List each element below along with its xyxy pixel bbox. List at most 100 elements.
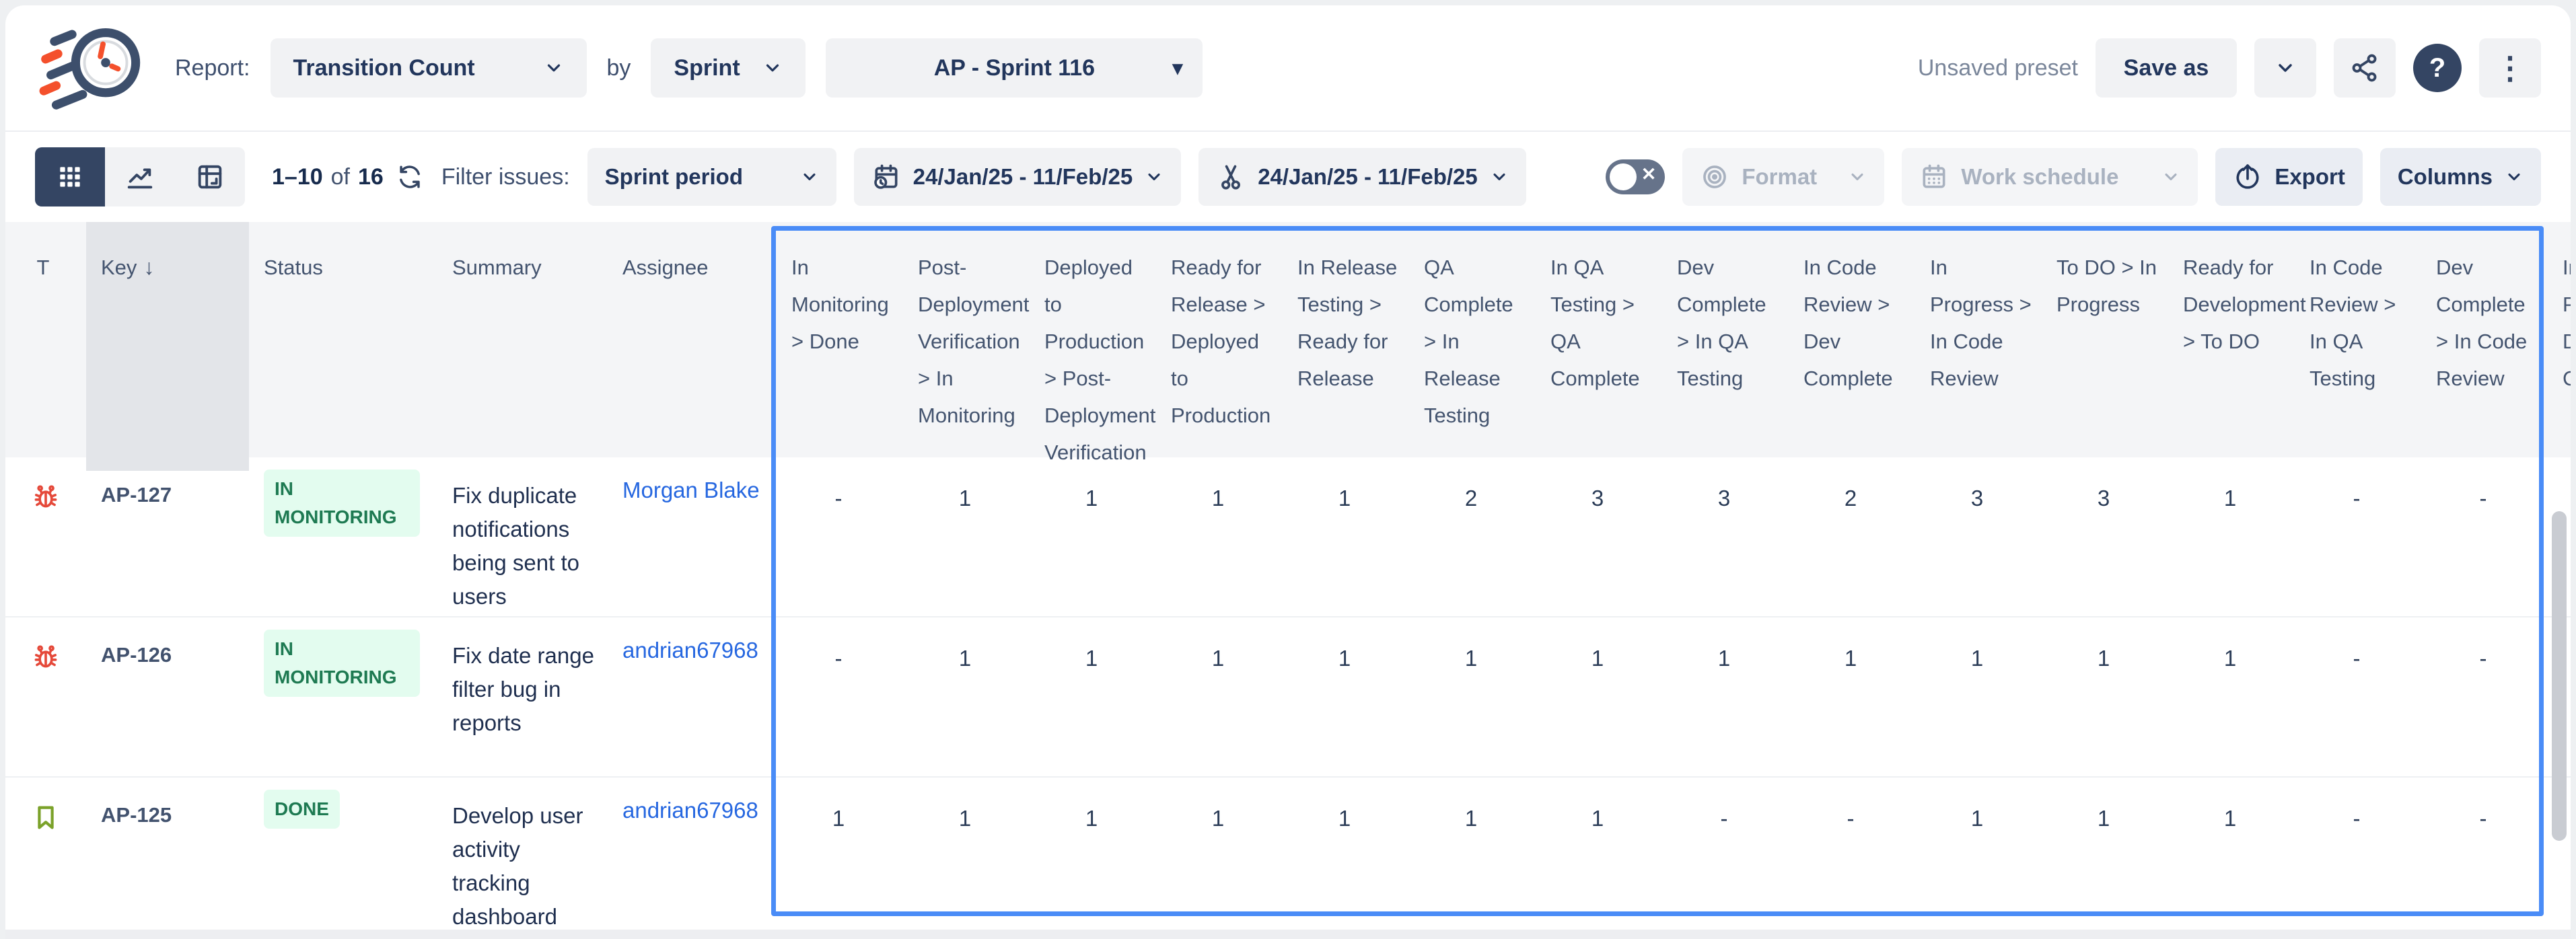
chevron-down-icon <box>2275 57 2296 79</box>
app-logo-stopwatch-icon <box>35 18 148 118</box>
chevron-down-icon <box>2505 167 2524 186</box>
column-header-transition[interactable]: Dev Complete > In Code Review <box>2421 222 2548 471</box>
bug-icon <box>30 642 61 776</box>
bug-icon <box>30 482 61 616</box>
format-dropdown[interactable]: Format <box>1682 148 1884 206</box>
transition-count-cell: - <box>1789 778 1915 936</box>
by-label: by <box>607 55 631 81</box>
work-schedule-dropdown[interactable]: Work schedule <box>1902 148 2198 206</box>
export-label: Export <box>2275 164 2345 190</box>
of-label: of <box>331 164 350 190</box>
assignee-link[interactable]: andrian67968 <box>622 798 758 823</box>
column-header-transition[interactable]: In Monitoring > Done <box>777 222 903 471</box>
transition-count-cell: - <box>2421 778 2548 936</box>
transition-count-cell: 1 <box>1283 617 1409 776</box>
chevron-down-icon <box>2161 167 2180 186</box>
column-header-transition[interactable]: In Code Review > In QA Testing <box>2295 222 2421 471</box>
save-options-dropdown[interactable] <box>2254 38 2316 98</box>
export-button[interactable]: Export <box>2215 148 2363 206</box>
issue-summary: Fix date range filter bug in reports <box>437 617 608 776</box>
share-button[interactable] <box>2334 38 2396 98</box>
transition-count-cell: - <box>2421 617 2548 776</box>
format-toggle[interactable]: ✕ <box>1606 159 1665 194</box>
preset-status: Unsaved preset <box>1918 55 2078 81</box>
transition-count-cell: 1 <box>2168 617 2295 776</box>
transition-count-cell: 1 <box>1283 778 1409 936</box>
help-button[interactable]: ? <box>2413 44 2462 92</box>
transition-count-cell: 1 <box>903 617 1030 776</box>
transition-count-cell: 1 <box>1156 778 1283 936</box>
story-icon <box>30 802 61 936</box>
more-actions-button[interactable]: ⋮ <box>2479 38 2541 98</box>
period-filter-dropdown[interactable]: Sprint period <box>587 148 836 206</box>
column-header-status[interactable]: Status <box>249 222 437 471</box>
sprint-select-dropdown[interactable]: AP - Sprint 116 ▾ <box>826 38 1203 98</box>
column-header-transition[interactable]: Dev Complete > In QA Testing <box>1662 222 1789 471</box>
scissors-icon <box>1216 162 1246 192</box>
chevron-down-icon <box>544 58 564 78</box>
status-badge: DONE <box>264 790 340 829</box>
transition-count-cell: 1 <box>2042 617 2168 776</box>
horizontal-scrollbar-track[interactable] <box>5 930 2571 939</box>
transition-count-cell: 1 <box>1156 457 1283 616</box>
save-as-button[interactable]: Save as <box>2096 38 2237 98</box>
column-header-summary[interactable]: Summary <box>437 222 608 471</box>
transition-count-cell: - <box>777 457 903 616</box>
column-header-transition[interactable]: To DO > In Progress <box>2042 222 2168 471</box>
report-type-dropdown[interactable]: Transition Count <box>271 38 587 98</box>
columns-dropdown[interactable]: Columns <box>2380 148 2541 206</box>
transition-count-cell: 1 <box>1789 617 1915 776</box>
table-view-button[interactable] <box>35 147 105 206</box>
transition-count-cell: 1 <box>1536 617 1662 776</box>
issue-key: AP-127 <box>86 457 249 616</box>
sort-descending-icon: ↓ <box>143 249 154 286</box>
transition-count-cell: 1 <box>777 778 903 936</box>
group-by-dropdown[interactable]: Sprint <box>651 38 806 98</box>
transition-count-cell: 1 <box>1536 778 1662 936</box>
vertical-scrollbar-thumb[interactable] <box>2552 511 2567 841</box>
column-header-transition[interactable]: In Release Testing > Ready for Release <box>1283 222 1409 471</box>
date-range-dropdown[interactable]: 24/Jan/25 - 11/Feb/25 <box>854 148 1182 206</box>
sprint-value: AP - Sprint 116 <box>934 55 1095 81</box>
report-label: Report: <box>175 55 250 81</box>
columns-label: Columns <box>2398 164 2493 190</box>
column-header-transition[interactable]: Ready for Release > Deployed to Producti… <box>1156 222 1283 471</box>
transition-count-cell: 3 <box>2042 457 2168 616</box>
column-header-transition[interactable]: In Progress > Dev Complete <box>2548 222 2571 471</box>
share-icon <box>2349 52 2380 83</box>
column-header-transition[interactable]: Post-Deployment Verification > In Monito… <box>903 222 1030 471</box>
trim-range-dropdown[interactable]: 24/Jan/25 - 11/Feb/25 <box>1198 148 1526 206</box>
calendar-icon <box>1919 162 1949 192</box>
column-header-transition[interactable]: In QA Testing > QA Complete <box>1536 222 1662 471</box>
column-header-transition[interactable]: Ready for Development > To DO <box>2168 222 2295 471</box>
transition-count-cell: 1 <box>1030 457 1156 616</box>
column-header-assignee[interactable]: Assignee <box>608 222 777 471</box>
status-badge: IN MONITORING <box>264 630 420 697</box>
result-range: 1–10 <box>272 164 323 190</box>
transition-count-cell: 2 <box>1409 457 1536 616</box>
report-header: Report: Transition Count by Sprint AP - … <box>5 5 2571 132</box>
format-label: Format <box>1742 164 1817 190</box>
calendar-clock-icon <box>871 162 901 192</box>
assignee-link[interactable]: andrian67968 <box>622 638 758 663</box>
toggle-knob <box>1610 163 1637 190</box>
column-header-transition[interactable]: Deployed to Production > Post-Deployment… <box>1030 222 1156 471</box>
transition-count-cell: - <box>2295 778 2421 936</box>
column-header-key[interactable]: Key ↓ <box>86 222 249 471</box>
column-header-transition[interactable]: In Progress > In Code Review <box>1915 222 2042 471</box>
column-header-transition[interactable]: In Code Review > Dev Complete <box>1789 222 1915 471</box>
transition-count-cell: 1 <box>1915 778 2042 936</box>
transition-count-cell: 1 <box>2168 457 2295 616</box>
question-mark-icon: ? <box>2429 53 2445 83</box>
transition-count-table: T Key ↓ Status Summary Assignee In Monit… <box>5 222 2571 939</box>
chevron-down-icon <box>1848 167 1867 186</box>
column-header-transition[interactable]: QA Complete > In Release Testing <box>1409 222 1536 471</box>
app-window: Report: Transition Count by Sprint AP - … <box>5 5 2571 939</box>
report-type-value: Transition Count <box>293 55 475 81</box>
column-header-type[interactable]: T <box>5 222 86 471</box>
chart-view-button[interactable] <box>105 147 175 206</box>
pivot-view-button[interactable] <box>175 147 245 206</box>
refresh-icon[interactable] <box>396 163 424 191</box>
transition-count-cell: 1 <box>1409 778 1536 936</box>
assignee-link[interactable]: Morgan Blake <box>622 478 760 502</box>
